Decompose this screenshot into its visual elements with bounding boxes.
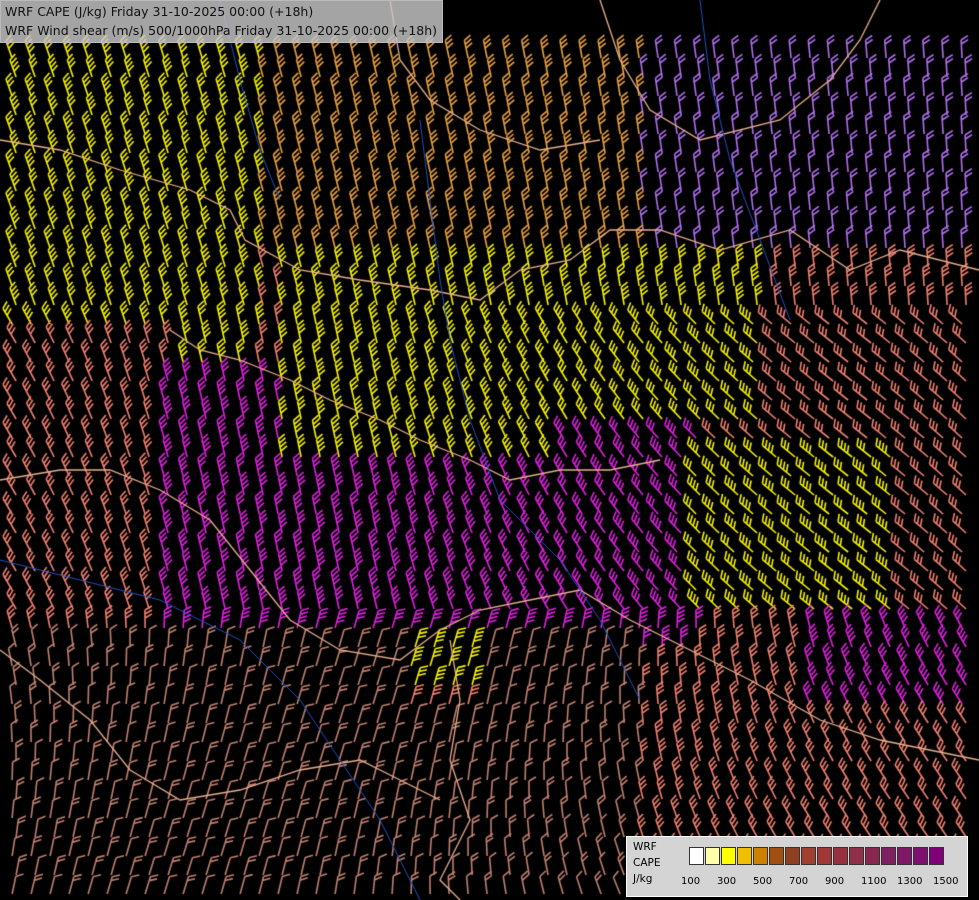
map-title: WRF CAPE (J/kg) Friday 31-10-2025 00:00 … bbox=[0, 0, 444, 43]
title-cape: WRF CAPE (J/kg) Friday 31-10-2025 00:00 … bbox=[5, 4, 314, 19]
legend-swatch bbox=[769, 847, 784, 865]
legend-tick-label: 100 bbox=[681, 876, 701, 887]
legend-swatch bbox=[913, 847, 928, 865]
legend-tick-label: 700 bbox=[789, 876, 809, 887]
legend-swatch bbox=[849, 847, 864, 865]
legend-swatch bbox=[833, 847, 848, 865]
legend-field-label: CAPE bbox=[633, 857, 661, 869]
legend-swatch bbox=[881, 847, 896, 865]
legend-swatch bbox=[737, 847, 752, 865]
cape-legend: WRF CAPE J/kg 100 300 500 700 900 1100 1300 150… bbox=[626, 836, 968, 897]
legend-model-label: WRF bbox=[633, 841, 657, 853]
legend-tick-label: 1100 bbox=[861, 876, 887, 887]
legend-swatch bbox=[865, 847, 880, 865]
legend-tick-label: 1500 bbox=[933, 876, 959, 887]
wind-shear-barb-map bbox=[0, 0, 979, 900]
legend-color-scale bbox=[689, 847, 945, 865]
legend-tick-label: 500 bbox=[753, 876, 773, 887]
legend-swatch bbox=[817, 847, 832, 865]
legend-swatch bbox=[705, 847, 720, 865]
legend-unit-label: J/kg bbox=[633, 873, 653, 885]
legend-tick-label: 1300 bbox=[897, 876, 923, 887]
legend-swatch bbox=[785, 847, 800, 865]
legend-swatch bbox=[897, 847, 912, 865]
legend-tick-labels: 100 300 500 700 900 1100 1300 1500 bbox=[681, 876, 971, 890]
legend-swatch bbox=[753, 847, 768, 865]
legend-swatch bbox=[929, 847, 944, 865]
legend-tick-label: 300 bbox=[717, 876, 737, 887]
legend-swatch bbox=[801, 847, 816, 865]
legend-tick-label: 900 bbox=[825, 876, 845, 887]
title-wind-shear: WRF Wind shear (m/s) 500/1000hPa Friday … bbox=[5, 23, 438, 38]
legend-swatch bbox=[689, 847, 704, 865]
legend-swatch bbox=[721, 847, 736, 865]
